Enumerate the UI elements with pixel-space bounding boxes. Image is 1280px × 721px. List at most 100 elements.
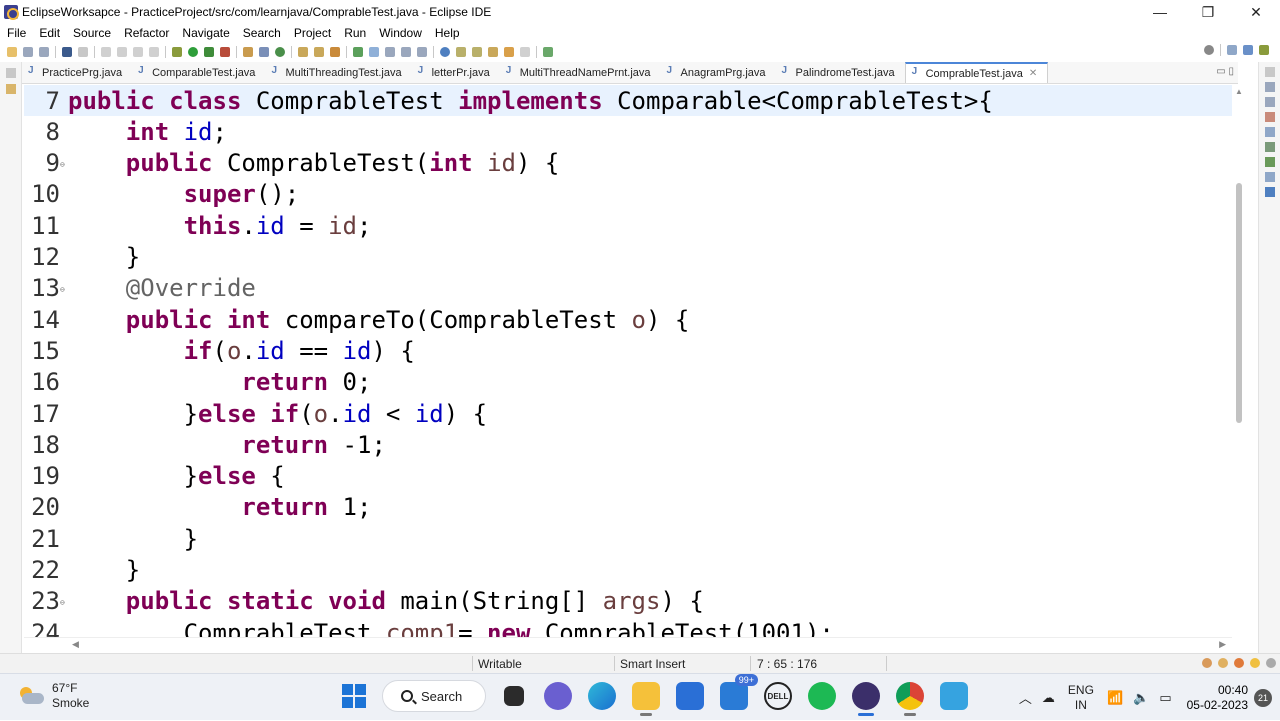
onedrive-cloud-icon[interactable]: ☁ xyxy=(1042,690,1055,706)
menu-window[interactable]: Window xyxy=(372,26,428,40)
debug-icon[interactable] xyxy=(172,47,182,57)
toggle-word-wrap-icon[interactable] xyxy=(369,47,379,57)
package-explorer-icon[interactable] xyxy=(6,84,16,94)
open-task-icon[interactable] xyxy=(314,47,324,57)
tab-palindrometest[interactable]: PalindromeTest.java xyxy=(776,62,905,83)
taskbar-search[interactable]: Search xyxy=(382,680,486,712)
tab-multithreadnameprnt[interactable]: MultiThreadNamePrnt.java xyxy=(500,62,661,83)
close-button[interactable]: ✕ xyxy=(1232,0,1280,24)
menu-search[interactable]: Search xyxy=(236,26,287,40)
code-line[interactable]: 18 return -1; xyxy=(24,429,1232,460)
tab-minmax-controls[interactable]: ▭ ▯ xyxy=(1216,66,1234,77)
menu-navigate[interactable]: Navigate xyxy=(175,26,235,40)
close-tab-icon[interactable]: ✕ xyxy=(1029,68,1037,79)
eclipse-taskbar-icon[interactable] xyxy=(852,682,880,716)
menu-refactor[interactable]: Refactor xyxy=(117,26,175,40)
back-icon[interactable] xyxy=(504,47,514,57)
code-line[interactable]: 23 ⊖ public static void main(String[] arg… xyxy=(24,586,1232,617)
menu-file[interactable]: File xyxy=(0,26,32,40)
toggle-block-selection-icon[interactable] xyxy=(385,47,395,57)
spotify-icon[interactable] xyxy=(808,682,836,710)
code-line[interactable]: 19 } else { xyxy=(24,461,1232,492)
last-edit-location-icon[interactable] xyxy=(488,47,498,57)
menu-edit[interactable]: Edit xyxy=(32,26,66,40)
menu-project[interactable]: Project xyxy=(287,26,337,40)
disconnect-icon[interactable] xyxy=(149,47,159,57)
scroll-up-icon[interactable]: ▲ xyxy=(1235,87,1243,96)
code-line[interactable]: 12 } xyxy=(24,242,1232,273)
save-all-icon[interactable] xyxy=(39,47,49,57)
code-line[interactable]: 9 ⊖ public ComprableTest(int id) { xyxy=(24,148,1232,179)
chrome-icon[interactable] xyxy=(896,682,924,716)
skip-breakpoints-icon[interactable] xyxy=(78,47,88,57)
start-button[interactable] xyxy=(340,682,368,710)
code-line[interactable]: 17 } else if(o. id < id) { xyxy=(24,398,1232,429)
new-package-icon[interactable] xyxy=(259,47,269,57)
code-line[interactable]: 16 return 0; xyxy=(24,367,1232,398)
open-perspective-icon[interactable] xyxy=(1227,45,1237,55)
code-line[interactable]: 8 int id; xyxy=(24,116,1232,147)
run-icon[interactable] xyxy=(188,47,198,57)
quick-access-search-icon[interactable] xyxy=(1204,45,1214,55)
marketplace-icon[interactable] xyxy=(1234,658,1244,668)
mail-icon[interactable]: 99+ xyxy=(720,674,758,710)
progress-icon[interactable] xyxy=(1265,172,1275,182)
horizontal-scrollbar[interactable]: ◀ ▶ xyxy=(24,637,1232,651)
java-perspective-icon[interactable] xyxy=(1243,45,1253,55)
battery-icon[interactable]: ▭ xyxy=(1159,690,1171,706)
toggle-mark-occurrences-icon[interactable] xyxy=(353,47,363,57)
menu-help[interactable]: Help xyxy=(428,26,466,40)
tab-comparabletest[interactable]: ComparableTest.java xyxy=(132,62,265,83)
code-line[interactable]: 7 public class ComprableTest implements C… xyxy=(24,85,1232,116)
edge-browser-icon[interactable] xyxy=(588,682,616,710)
task-list-icon[interactable] xyxy=(1265,97,1275,107)
code-editor[interactable]: 7 public class ComprableTest implements C… xyxy=(24,85,1232,637)
tips-icon[interactable] xyxy=(1250,658,1260,668)
terminal-icon[interactable] xyxy=(62,47,72,57)
minimize-button[interactable]: — xyxy=(1136,0,1184,24)
menu-source[interactable]: Source xyxy=(66,26,117,40)
scroll-right-icon[interactable]: ▶ xyxy=(1219,639,1226,650)
new-java-project-icon[interactable] xyxy=(243,47,253,57)
tab-practiceprg[interactable]: PracticePrg.java xyxy=(22,62,132,83)
code-line[interactable]: 22 } xyxy=(24,555,1232,586)
maximize-button[interactable]: ❐ xyxy=(1184,0,1232,24)
suspend-icon[interactable] xyxy=(117,47,127,57)
update-icon[interactable] xyxy=(1202,658,1212,668)
show-whitespace-icon[interactable] xyxy=(401,47,411,57)
menu-run[interactable]: Run xyxy=(337,26,372,40)
weather-widget[interactable]: 67°F Smoke xyxy=(18,681,89,711)
restore-view-icon[interactable] xyxy=(6,68,16,78)
code-line[interactable]: 11 this. id = id; xyxy=(24,210,1232,241)
file-explorer-icon[interactable] xyxy=(632,682,660,716)
save-icon[interactable] xyxy=(23,47,33,57)
next-annotation-icon[interactable] xyxy=(456,47,466,57)
code-line[interactable]: 14 public int compareTo(ComprableTest o)… xyxy=(24,304,1232,335)
fold-toggle-icon[interactable]: ⊖ xyxy=(60,160,65,169)
tab-multithreadingtest[interactable]: MultiThreadingTest.java xyxy=(265,62,411,83)
previous-annotation-icon[interactable] xyxy=(472,47,482,57)
system-clock[interactable]: 00:40 05-02-2023 xyxy=(1187,683,1248,713)
paragraph-icon[interactable] xyxy=(417,47,427,57)
language-indicator[interactable]: ENG IN xyxy=(1068,683,1094,713)
forward-icon[interactable] xyxy=(520,47,530,57)
restore-view-icon[interactable] xyxy=(1265,67,1275,77)
search-toolbar-icon[interactable] xyxy=(330,47,340,57)
notification-count[interactable]: 21 xyxy=(1254,688,1272,707)
new-icon[interactable] xyxy=(7,47,17,57)
code-line[interactable]: 21 } xyxy=(24,523,1232,554)
pin-editor-icon[interactable] xyxy=(543,47,553,57)
debug-perspective-icon[interactable] xyxy=(1259,45,1269,55)
tab-comprabletest[interactable]: ComprableTest.java ✕ xyxy=(904,62,1049,83)
code-line[interactable]: 13 ⊖ @Override xyxy=(24,273,1232,304)
console-icon[interactable] xyxy=(1265,157,1275,167)
scrollbar-thumb[interactable] xyxy=(1236,183,1242,423)
declaration-icon[interactable] xyxy=(1265,142,1275,152)
task-view-icon[interactable] xyxy=(504,686,524,706)
teams-chat-icon[interactable] xyxy=(544,682,572,710)
fold-toggle-icon[interactable]: ⊖ xyxy=(60,598,65,607)
fold-toggle-icon[interactable]: ⊖ xyxy=(60,285,65,294)
open-type-icon[interactable] xyxy=(298,47,308,57)
wifi-icon[interactable]: 📶 xyxy=(1107,690,1123,706)
chevron-up-icon[interactable]: ︿ xyxy=(1019,688,1032,707)
